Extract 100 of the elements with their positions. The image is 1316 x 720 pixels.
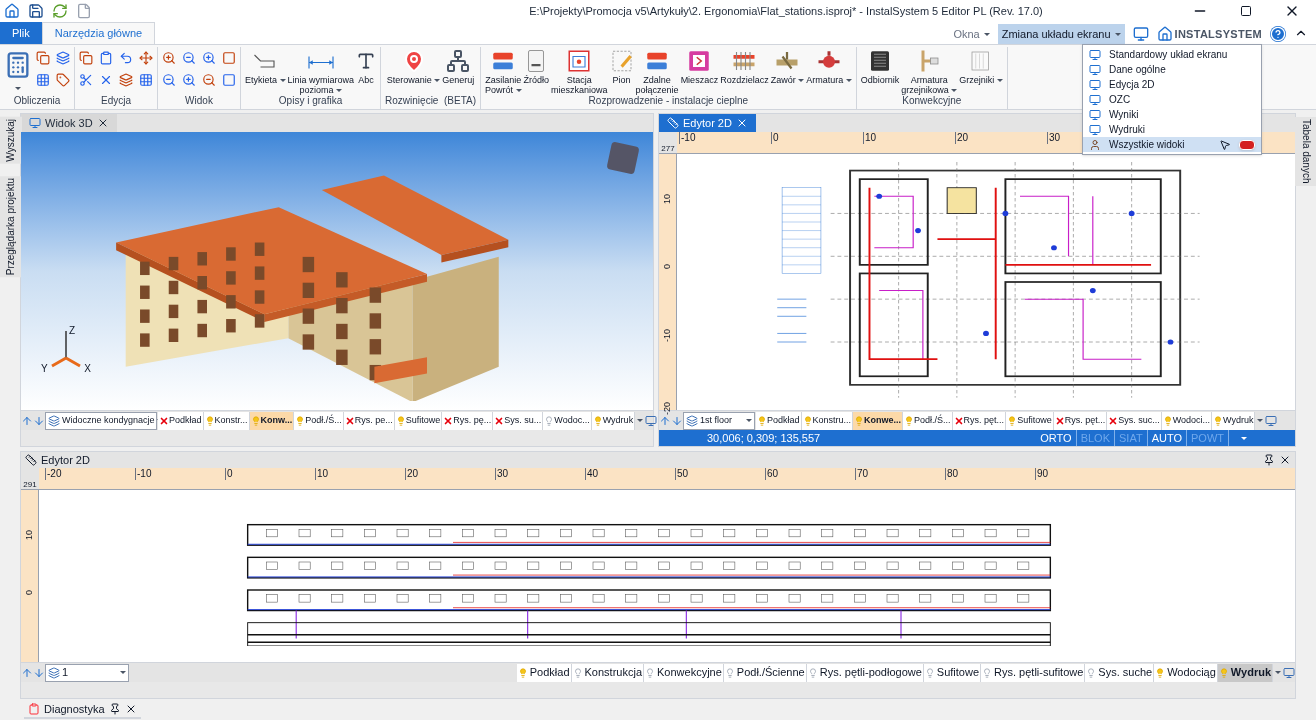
ribbon-button[interactable]: Etykieta bbox=[245, 47, 286, 85]
tool-icon[interactable] bbox=[99, 51, 113, 65]
tool-icon[interactable] bbox=[162, 51, 176, 65]
layer-tab[interactable]: Rys. pe... bbox=[343, 411, 395, 430]
layer-tab[interactable]: Podkład bbox=[756, 411, 802, 430]
monitor-icon[interactable] bbox=[1283, 666, 1295, 679]
monitor-icon[interactable] bbox=[645, 414, 658, 427]
tool-icon[interactable] bbox=[99, 73, 113, 87]
layer-tab[interactable]: Podkład bbox=[158, 411, 204, 430]
ribbon-tab[interactable]: Plik bbox=[0, 22, 42, 44]
layer-tab[interactable]: Sys. suche bbox=[1085, 663, 1155, 682]
tool-icon[interactable] bbox=[202, 73, 216, 87]
layer-tab[interactable]: Wodociąg bbox=[1154, 663, 1218, 682]
save-icon[interactable] bbox=[28, 3, 44, 19]
layer-tab[interactable]: Rys. pęt... bbox=[1053, 411, 1108, 430]
layer-tab[interactable]: Konstr... bbox=[203, 411, 250, 430]
delete-layout-button[interactable] bbox=[1239, 139, 1255, 150]
monitor-icon[interactable] bbox=[1265, 414, 1278, 427]
layer-tab[interactable]: Sys. suc... bbox=[1107, 411, 1162, 430]
ribbon-button[interactable]: Armatura bbox=[806, 47, 852, 85]
tool-icon[interactable] bbox=[222, 73, 236, 87]
ribbon-button[interactable]: Linia wymiarowa pozioma bbox=[287, 47, 355, 95]
layer-tab[interactable]: Konwe... bbox=[853, 411, 904, 430]
layer-tab[interactable]: Sufitowe bbox=[923, 663, 982, 682]
ribbon-button[interactable]: Mieszacz bbox=[680, 47, 719, 85]
ribbon-button[interactable]: Stacja mieszkaniowa bbox=[551, 47, 608, 95]
layer-tab[interactable]: Wydruk bbox=[1212, 411, 1256, 430]
layer-tab[interactable]: Sufitowe bbox=[1006, 411, 1054, 430]
ribbon-button[interactable]: Odbiornik bbox=[860, 47, 900, 85]
menu-item[interactable]: Edycja 2D bbox=[1083, 77, 1261, 92]
arrow-down-icon[interactable] bbox=[33, 666, 45, 679]
side-tab[interactable]: Przeglądarka projektu bbox=[0, 175, 22, 277]
layer-tab[interactable]: Rys. pęt... bbox=[952, 411, 1007, 430]
floor-select[interactable]: 1st floor bbox=[683, 411, 755, 430]
layer-tab[interactable]: Podł./Ścienne bbox=[723, 663, 807, 682]
layer-tab[interactable]: Rys. pę... bbox=[442, 411, 494, 430]
menu-item[interactable]: Wyniki bbox=[1083, 107, 1261, 122]
refresh-icon[interactable] bbox=[52, 3, 68, 19]
home-icon[interactable] bbox=[4, 3, 20, 19]
layer-tab[interactable]: Rys. pętli-sufitowe bbox=[981, 663, 1086, 682]
layer-tab[interactable]: Podł./Ś... bbox=[294, 411, 344, 430]
ribbon-button[interactable]: Sterowanie bbox=[386, 47, 441, 85]
arrow-down-icon[interactable] bbox=[33, 414, 45, 427]
layer-tab[interactable]: Wodoci... bbox=[1161, 411, 1213, 430]
ribbon-button[interactable]: Armatura grzejnikowa bbox=[901, 47, 958, 95]
tool-icon[interactable] bbox=[119, 51, 133, 65]
ribbon-button[interactable]: Źródło bbox=[523, 47, 550, 85]
windows-menu[interactable]: Okna bbox=[945, 24, 998, 44]
tool-icon[interactable] bbox=[222, 51, 236, 65]
tool-icon[interactable] bbox=[202, 51, 216, 65]
ribbon-button[interactable]: Generuj bbox=[442, 47, 475, 85]
document-icon[interactable] bbox=[76, 3, 92, 19]
tool-icon[interactable] bbox=[79, 73, 93, 87]
ribbon-button[interactable]: Zasilanie Powrót bbox=[485, 47, 522, 95]
ribbon-button[interactable]: Rozdzielacz bbox=[720, 47, 769, 85]
ribbon-button[interactable]: Abc bbox=[356, 47, 377, 85]
layer-tab[interactable]: Sys. su... bbox=[493, 411, 544, 430]
layer-tab[interactable]: Podł./Ś... bbox=[903, 411, 953, 430]
side-tab[interactable]: Tabela danych bbox=[1294, 117, 1316, 186]
layer-tab[interactable]: Konwekcyjne bbox=[644, 663, 724, 682]
tool-icon[interactable] bbox=[79, 51, 93, 65]
mode-toggle[interactable]: AUTO bbox=[1147, 429, 1187, 447]
side-tab[interactable]: Wyszukaj bbox=[0, 117, 22, 164]
tool-icon[interactable] bbox=[139, 51, 153, 65]
ribbon-button[interactable]: Grzejniki bbox=[959, 47, 1003, 85]
tool-icon[interactable] bbox=[36, 51, 50, 65]
layer-tab[interactable]: Wydruk bbox=[1217, 663, 1273, 682]
menu-item[interactable]: Wszystkie widoki bbox=[1083, 137, 1261, 152]
menu-item[interactable]: Dane ogólne bbox=[1083, 62, 1261, 77]
floor-select[interactable]: Widoczne kondygnacje bbox=[45, 411, 157, 430]
panel-tab[interactable]: Widok 3D bbox=[21, 114, 117, 132]
view-cube-icon[interactable] bbox=[606, 141, 640, 175]
menu-item[interactable]: OZC bbox=[1083, 92, 1261, 107]
mode-toggle[interactable]: ORTO bbox=[1036, 429, 1077, 447]
ribbon-tab[interactable]: Narzędzia główne bbox=[41, 22, 156, 44]
maximize-icon[interactable] bbox=[1240, 5, 1252, 17]
tool-icon[interactable] bbox=[162, 73, 176, 87]
pin-icon[interactable] bbox=[1263, 454, 1275, 466]
layer-tab[interactable]: Podkład bbox=[516, 663, 572, 682]
tool-icon[interactable] bbox=[182, 73, 196, 87]
layer-tab[interactable]: Rys. pętli-podłogowe bbox=[806, 663, 924, 682]
menu-item[interactable]: Standardowy układ ekranu bbox=[1083, 47, 1261, 62]
monitor-icon[interactable] bbox=[1132, 26, 1149, 42]
layer-tab[interactable]: Wodoc... bbox=[543, 411, 592, 430]
ribbon-button[interactable]: Zawór bbox=[770, 47, 805, 85]
layer-tab[interactable]: Konw... bbox=[249, 411, 295, 430]
tool-icon[interactable] bbox=[182, 51, 196, 65]
close-icon[interactable] bbox=[1279, 454, 1291, 466]
arrow-down-icon[interactable] bbox=[671, 414, 683, 427]
layer-tab[interactable]: Konstrukcja bbox=[571, 663, 644, 682]
pin-icon[interactable] bbox=[108, 703, 121, 715]
ribbon-button[interactable]: Zdalne połączenie bbox=[635, 47, 679, 95]
ribbon-button[interactable]: Pion bbox=[609, 47, 634, 85]
tool-icon[interactable] bbox=[36, 73, 50, 87]
layout-menu[interactable]: Zmiana układu ekranu bbox=[997, 24, 1125, 44]
layer-tab[interactable]: Konstru... bbox=[801, 411, 854, 430]
tool-icon[interactable] bbox=[119, 73, 133, 87]
tool-icon[interactable] bbox=[139, 73, 153, 87]
tool-icon[interactable] bbox=[56, 51, 70, 65]
tool-icon[interactable] bbox=[56, 73, 70, 87]
